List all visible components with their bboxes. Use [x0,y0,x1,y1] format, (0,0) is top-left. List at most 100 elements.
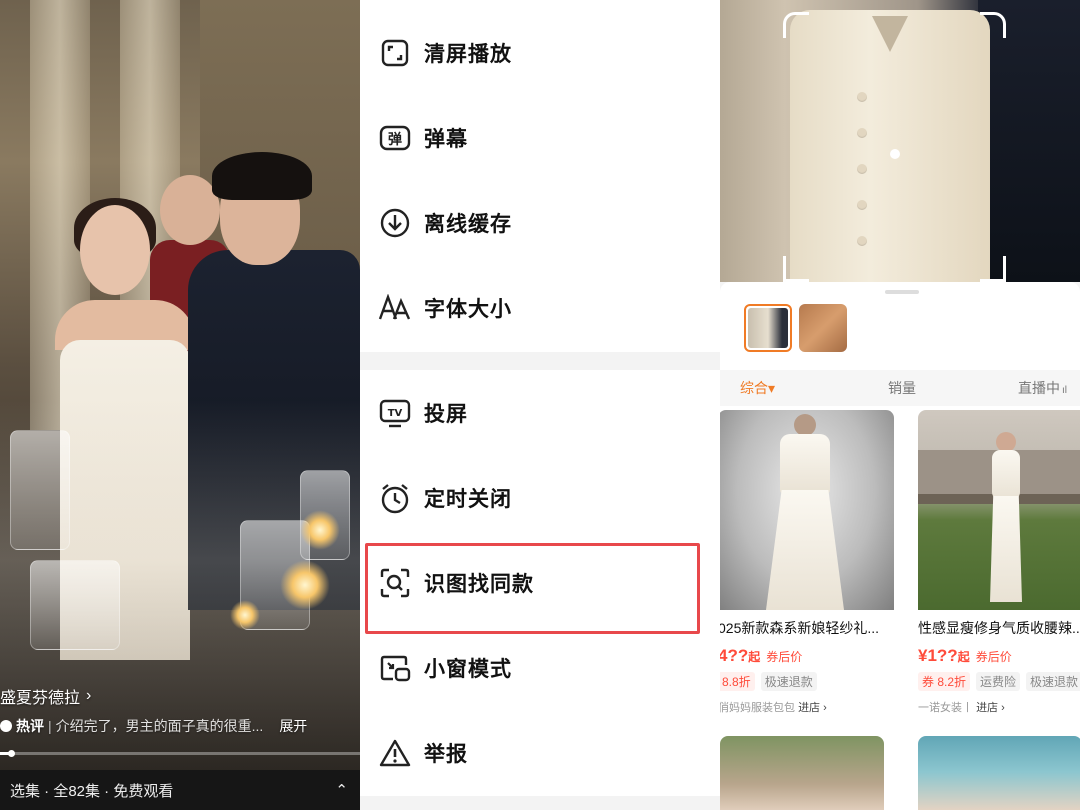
frame-coat [978,0,1080,282]
menu-item-cast[interactable]: TV 投屏 [360,370,720,455]
refund-tag: 极速退款 [1026,672,1080,691]
menu-item-label: 字体大小 [424,297,512,321]
discount-tag: 券 8.2折 [918,672,971,691]
model-pants [990,496,1022,602]
tag-row: 券 8.2折 运费险 极速退款 [918,672,1080,691]
menu-item-sleep-timer[interactable]: 定时关闭 [360,455,720,540]
image-search-results: ‹ 综合▾ 销量 直播中ıl 025新款森系新娘轻纱礼... 4??起 券后价 … [720,0,1080,810]
menu-item-mini-window[interactable]: 小窗模式 [360,625,720,710]
menu-item-label: 清屏播放 [424,42,512,66]
episode-selector-bar[interactable]: 选集 · 全82集 · 免费观看 ⌃ [0,770,360,810]
video-glass [10,430,70,550]
menu-item-image-search[interactable]: 识图找同款 [360,540,720,625]
hot-comment-text: 介绍完了，男主的面子真的很重... [55,718,264,734]
expand-button[interactable]: 展开 [279,716,307,736]
product-card[interactable]: 性感显瘦修身气质收腰辣... ¥1??起 券后价 券 8.2折 运费险 极速退款… [918,410,1080,724]
menu-item-label: 识图找同款 [424,572,534,596]
danmaku-icon: 弹 [378,121,412,155]
chevron-up-icon: ⌃ [335,782,348,799]
tv-cast-icon: TV [378,396,412,430]
menu-item-font-size[interactable]: 字体大小 [360,265,720,350]
dress-button [857,164,867,174]
video-candle [280,560,330,610]
sort-tabs: 综合▾ 销量 直播中 ıl [720,370,1080,406]
candidate-thumbnail-selected[interactable] [744,304,792,352]
video-progress-bar[interactable] [0,750,360,757]
after-coupon-label: 券后价 [975,650,1012,664]
thumbs-up-icon [0,720,12,732]
image-search-icon [378,566,412,600]
video-progress-handle[interactable] [7,750,15,757]
chevron-right-icon: › [86,687,92,704]
sort-tab-live[interactable]: 直播中 ıl [1018,378,1067,398]
product-price: ¥1??起 [918,646,970,665]
product-image [720,410,894,610]
alarm-clock-icon [378,481,412,515]
drama-title: 盛夏芬德拉 [0,690,81,707]
sort-tab-sales[interactable]: 销量 [888,378,916,398]
menu-item-danmaku[interactable]: 弹 弹幕 [360,95,720,180]
menu-item-offline-cache[interactable]: 离线缓存 [360,180,720,265]
more-options-menu: 清屏播放 弹 弹幕 离线缓存 字体大小 TV 投屏 定时关闭 识图找同款 小窗模… [360,0,720,810]
hot-comment-label: 热评 [16,718,44,734]
video-player[interactable]: 盛夏芬德拉 › 热评 | 介绍完了，男主的面子真的很重... 展开 选集 · 全… [0,0,360,810]
model-head [996,432,1016,452]
model-head [794,414,816,436]
crop-corner-bottom-left[interactable] [783,256,809,282]
video-candle [230,600,260,630]
video-bg-figure-head [160,175,220,245]
live-bars-icon: ıl [1062,385,1067,396]
dress-button [857,236,867,246]
model-skirt [766,490,844,610]
clear-screen-icon [378,36,412,70]
video-candle [300,510,340,550]
svg-text:弹: 弹 [388,131,402,148]
menu-item-label: 离线缓存 [424,212,512,236]
drama-title-link[interactable]: 盛夏芬德拉 › [0,684,91,708]
enter-shop-link[interactable]: 进店 › [976,702,1005,714]
shop-row: 俏妈妈服装包包 进店 › [720,699,894,715]
model-bodice [780,434,830,494]
sort-tab-comprehensive[interactable]: 综合▾ [740,378,775,398]
menu-item-report[interactable]: 举报 [360,710,720,795]
svg-text:TV: TV [388,408,403,419]
download-icon [378,206,412,240]
refund-tag: 极速退款 [760,672,817,691]
tag-row: 8.8折 极速退款 [720,672,894,691]
video-actor-hair [212,152,312,200]
crop-corner-top-left[interactable] [783,12,809,38]
episodes-label: 选集 · 全82集 · 免费观看 [10,782,174,800]
crop-corner-top-right[interactable] [980,12,1006,38]
warning-icon [378,736,412,770]
product-card-partial[interactable] [918,736,1080,810]
menu-group-divider [360,352,720,370]
enter-shop-link[interactable]: 进店 › [798,702,827,714]
product-image [918,410,1080,610]
picture-in-picture-icon [378,651,412,685]
chevron-left-icon[interactable]: ‹ [720,316,721,339]
sheet-drag-handle[interactable] [885,290,919,294]
shipping-insurance-tag: 运费险 [976,672,1021,691]
captured-frame [720,0,1080,282]
menu-item-label: 定时关闭 [424,487,512,511]
menu-item-label: 投屏 [424,402,468,426]
discount-tag: 8.8折 [720,672,755,691]
focus-point[interactable] [890,149,900,159]
shop-row: 一诺女装丨 进店 › [918,699,1080,715]
product-card[interactable]: 025新款森系新娘轻纱礼... 4??起 券后价 8.8折 极速退款 俏妈妈服装… [720,410,894,724]
product-title: 性感显瘦修身气质收腰辣... [918,620,1080,636]
product-price: 4??起 [720,646,761,665]
menu-bottom-divider [360,796,720,810]
video-actress-face [80,205,150,295]
product-card-partial[interactable] [720,736,884,810]
video-glass [30,560,120,650]
crop-corner-bottom-right[interactable] [980,256,1006,282]
candidate-thumbnail[interactable] [799,304,847,352]
menu-item-clear-screen[interactable]: 清屏播放 [360,10,720,95]
dress-button [857,128,867,138]
shop-name: 俏妈妈服装包包 [720,702,795,714]
hot-comment-row[interactable]: 热评 | 介绍完了，男主的面子真的很重... 展开 [0,716,360,736]
model-top [992,450,1020,500]
sort-tab-live-label: 直播中 [1018,380,1060,396]
menu-item-label: 举报 [424,742,468,766]
